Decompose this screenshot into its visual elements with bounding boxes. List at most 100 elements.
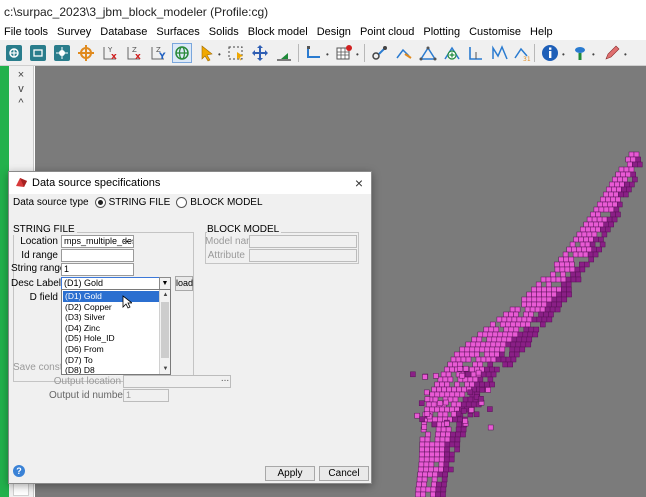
output-browse-button[interactable]: ...	[219, 374, 231, 388]
string-range-field[interactable]: 1	[61, 263, 134, 276]
location-browse-button[interactable]: ...	[120, 235, 134, 248]
cross-section-icon[interactable]	[274, 43, 294, 63]
radio-block-model-label[interactable]: BLOCK MODEL	[190, 197, 262, 208]
menu-customise[interactable]: Customise	[469, 26, 521, 38]
dialog-title-bar[interactable]: Data source specifications ×	[9, 172, 371, 194]
desc-labels-value: (D1) Gold	[64, 278, 104, 288]
menu-solids[interactable]: Solids	[209, 26, 239, 38]
chevron-up-icon[interactable]: ^	[13, 96, 29, 110]
pan-icon[interactable]	[250, 43, 270, 63]
svg-text:x: x	[111, 52, 117, 62]
model-name-field	[249, 235, 357, 248]
scrollbar-thumb[interactable]	[161, 302, 169, 358]
desc-labels-label: Desc Labels	[11, 278, 67, 289]
axis-x-z-icon[interactable]: Zx	[124, 43, 144, 63]
desc-labels-dropdown[interactable]: (D1) Gold (D2) Copper (D3) Silver (D4) Z…	[61, 289, 171, 375]
source-type-row: Data source type STRING FILE BLOCK MODEL	[13, 197, 263, 208]
apply-button[interactable]: Apply	[265, 466, 315, 481]
close-icon[interactable]: ×	[13, 68, 29, 82]
radio-string-file-label[interactable]: STRING FILE	[109, 197, 171, 208]
point-select-icon[interactable]	[304, 43, 324, 63]
output-id-field: 1	[123, 389, 169, 402]
menu-design[interactable]: Design	[317, 26, 351, 38]
chevron-up-icon[interactable]: ▲	[160, 290, 170, 300]
output-id-label: Output id number	[49, 390, 127, 401]
d-field-label: D field	[29, 292, 58, 303]
help-icon[interactable]: ?	[13, 465, 25, 477]
menu-help[interactable]: Help	[530, 26, 553, 38]
menu-file-tools[interactable]: File tools	[4, 26, 48, 38]
layer-add-icon[interactable]	[4, 43, 24, 63]
chevron-down-icon[interactable]: v	[13, 82, 29, 96]
dropdown-option[interactable]: (D3) Silver	[63, 312, 159, 323]
add-point-icon[interactable]	[442, 43, 462, 63]
box-select-icon[interactable]	[226, 43, 246, 63]
svg-text:x: x	[135, 52, 141, 62]
cancel-button[interactable]: Cancel	[319, 466, 369, 481]
select-cursor-icon[interactable]	[197, 43, 217, 63]
mouse-cursor-icon	[122, 295, 134, 312]
chevron-down-icon[interactable]: ▼	[160, 364, 170, 374]
crosshair-icon[interactable]	[76, 43, 96, 63]
pen-dropdown-icon[interactable]: •	[624, 50, 627, 59]
property-icon[interactable]	[570, 43, 590, 63]
window-title: c:\surpac_2023\3_jbm_block_modeler (Prof…	[0, 0, 646, 24]
point-dropdown-icon[interactable]: •	[326, 50, 329, 59]
close-icon[interactable]: ×	[355, 175, 363, 191]
pen-icon[interactable]	[602, 43, 622, 63]
attribute-field	[249, 249, 357, 262]
property-dropdown-icon[interactable]: •	[592, 50, 595, 59]
rotate-icon[interactable]	[172, 43, 192, 63]
segment-number-icon[interactable]: 31	[512, 43, 532, 63]
load-button[interactable]: load	[175, 276, 193, 291]
id-range-label: Id range	[21, 250, 58, 261]
select-dropdown-icon[interactable]: •	[218, 50, 221, 59]
output-location-field	[123, 375, 231, 388]
layer-remove-icon[interactable]	[28, 43, 48, 63]
app-logo-icon	[15, 176, 28, 191]
source-type-label: Data source type	[13, 197, 89, 208]
dropdown-option[interactable]: (D7) To	[63, 355, 159, 366]
dropdown-option[interactable]: (D4) Zinc	[63, 323, 159, 334]
menu-surfaces[interactable]: Surfaces	[156, 26, 199, 38]
multi-segment-icon[interactable]	[490, 43, 510, 63]
menu-point-cloud[interactable]: Point cloud	[360, 26, 414, 38]
info-icon[interactable]	[540, 43, 560, 63]
string-file-section-title: STRING FILE	[13, 224, 77, 235]
location-label: Location	[20, 236, 58, 247]
string-range-label: String range	[11, 263, 66, 274]
triangle-icon[interactable]	[418, 43, 438, 63]
layer-view-icon[interactable]	[52, 43, 72, 63]
grid-dropdown-icon[interactable]: •	[356, 50, 359, 59]
grid-table-icon[interactable]	[334, 43, 354, 63]
radio-string-file[interactable]	[94, 197, 106, 208]
dropdown-option[interactable]: (D8) D8	[63, 365, 159, 374]
dialog-title: Data source specifications	[32, 177, 161, 189]
menu-plotting[interactable]: Plotting	[423, 26, 460, 38]
menu-survey[interactable]: Survey	[57, 26, 91, 38]
attribute-label: Attribute	[207, 250, 245, 261]
svg-text:31: 31	[523, 56, 531, 62]
dropdown-option[interactable]: (D2) Copper	[63, 302, 159, 313]
gear-nodes-icon[interactable]	[370, 43, 390, 63]
string-edit-icon[interactable]	[394, 43, 414, 63]
model-name-label: Model name	[205, 236, 261, 247]
info-dropdown-icon[interactable]: •	[562, 50, 565, 59]
menu-block-model[interactable]: Block model	[248, 26, 308, 38]
data-source-dialog: Data source specifications × Data source…	[8, 171, 372, 484]
toolbar: Yx Zx ZY • • • 31 • • •	[0, 40, 646, 66]
menu-database[interactable]: Database	[100, 26, 147, 38]
id-range-field[interactable]	[61, 249, 134, 262]
dropdown-option[interactable]: (D5) Hole_ID	[63, 333, 159, 344]
axis-z-y-icon[interactable]: ZY	[148, 43, 168, 63]
dropdown-option[interactable]: (D1) Gold	[63, 291, 159, 302]
ore-body-blocks	[410, 151, 643, 497]
dropdown-scrollbar[interactable]: ▲ ▼	[159, 290, 170, 374]
radio-block-model[interactable]	[176, 197, 188, 208]
dropdown-option[interactable]: (D6) From	[63, 344, 159, 355]
menu-bar: File tools Survey Database Surfaces Soli…	[0, 24, 646, 40]
output-location-label: Output location	[53, 376, 121, 387]
axis-y-x-icon[interactable]: Yx	[100, 43, 120, 63]
segment-icon[interactable]	[466, 43, 486, 63]
block-model-section-title: BLOCK MODEL	[207, 224, 282, 235]
